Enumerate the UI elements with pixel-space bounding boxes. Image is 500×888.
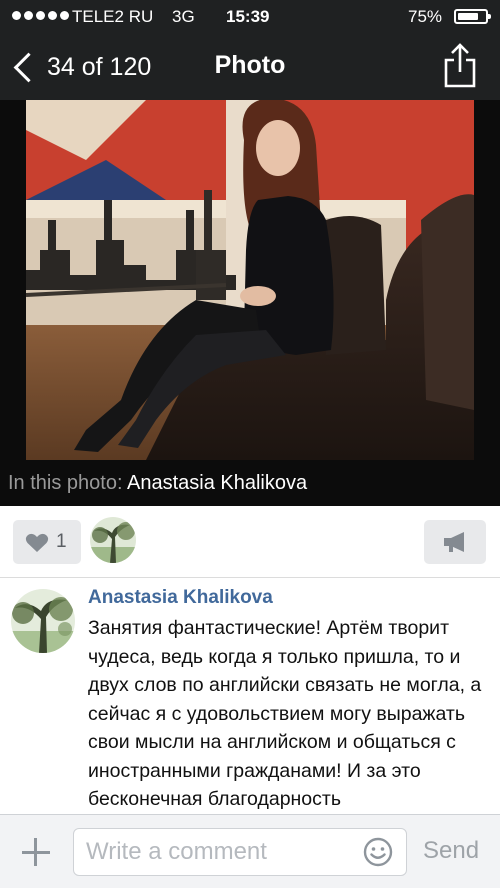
like-count: 1 bbox=[56, 531, 67, 552]
navigation-bar: 34 of 120 Photo bbox=[0, 34, 500, 100]
send-button[interactable]: Send bbox=[423, 837, 479, 865]
commenter-avatar-image bbox=[11, 589, 75, 653]
share-icon bbox=[444, 43, 476, 88]
battery-level-fill bbox=[458, 13, 478, 20]
signal-strength-icon bbox=[12, 11, 69, 20]
comment-input[interactable] bbox=[73, 828, 407, 876]
liker-avatar[interactable] bbox=[90, 517, 136, 563]
photo-image[interactable] bbox=[26, 100, 474, 460]
battery-icon bbox=[454, 9, 491, 24]
liker-avatar-image bbox=[90, 517, 136, 563]
network-type: 3G bbox=[172, 7, 195, 26]
megaphone-icon bbox=[444, 532, 464, 552]
photo-actions: 1 bbox=[0, 506, 500, 578]
smiley-icon bbox=[363, 837, 393, 867]
tagged-person-link[interactable]: Anastasia Khalikova bbox=[127, 472, 307, 494]
avatar[interactable] bbox=[11, 589, 75, 653]
comment-text: Занятия фантастические! Артём творит чуд… bbox=[88, 617, 482, 810]
status-time: 15:39 bbox=[226, 7, 270, 26]
page-title: Photo bbox=[214, 51, 286, 79]
share-button[interactable] bbox=[442, 42, 478, 88]
attach-button[interactable] bbox=[20, 836, 52, 868]
battery-percent: 75% bbox=[408, 7, 443, 26]
caption-prefix: In this photo: bbox=[8, 472, 123, 494]
status-bar: TELE2 RU 3G 15:39 75% bbox=[0, 0, 500, 34]
comment-composer: Send bbox=[0, 814, 500, 888]
top-bar: TELE2 RU 3G 15:39 75% 34 of 120 Photo bbox=[0, 0, 500, 100]
comment-item: Anastasia Khalikova Занятия фантастическ… bbox=[0, 578, 500, 814]
share-to-wall-button[interactable] bbox=[424, 520, 486, 564]
photo-viewer: In this photo: Anastasia Khalikova bbox=[0, 100, 500, 506]
carrier-name: TELE2 RU bbox=[72, 7, 154, 26]
photo-caption: In this photo: Anastasia Khalikova bbox=[8, 472, 307, 495]
comment-author-link[interactable]: Anastasia Khalikova bbox=[88, 587, 273, 609]
emoji-button[interactable] bbox=[363, 837, 393, 867]
heart-icon bbox=[25, 533, 49, 552]
like-button[interactable]: 1 bbox=[13, 520, 81, 564]
